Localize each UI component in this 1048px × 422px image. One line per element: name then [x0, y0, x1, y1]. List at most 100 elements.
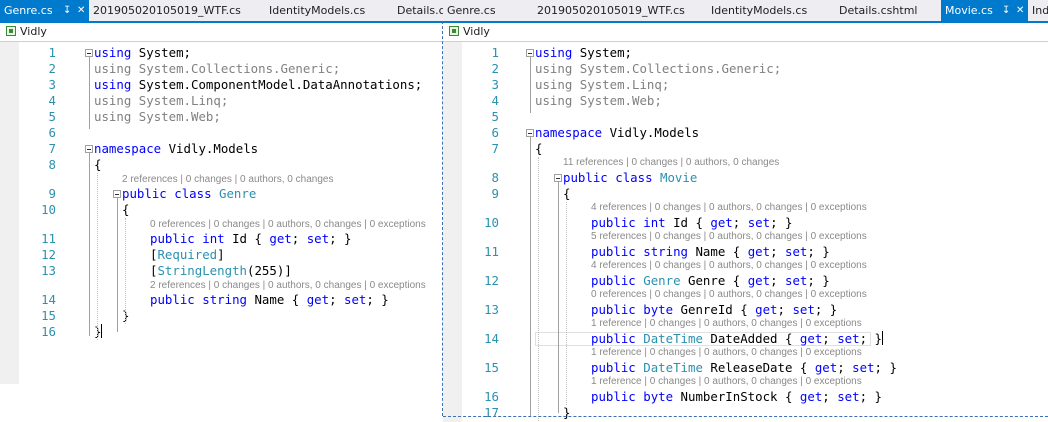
code-line[interactable]: 15} [0, 308, 443, 324]
line-number: 10 [484, 215, 499, 230]
tab-details-cs[interactable]: Details.cs [393, 0, 443, 21]
code-editor-right[interactable]: 1 using System; 2 using System.Collections.… [443, 42, 1048, 422]
code-line[interactable]: 8{ [0, 157, 443, 173]
code-text: public DateTime DateAdded { get; set; } [591, 331, 883, 346]
line-number: 11 [484, 244, 499, 259]
line-number: 9 [491, 186, 499, 201]
code-line[interactable]: 2 using System.Collections.Generic; [443, 61, 1048, 77]
tab-movie-cs[interactable]: Movie.cs ↧ ✕ [941, 0, 1028, 21]
code-line[interactable]: 13 public byte GenreId { get; set; } [443, 302, 1048, 318]
collapse-outline-icon[interactable] [113, 190, 121, 198]
line-number: 17 [484, 405, 499, 420]
code-line[interactable]: 9 public class Genre [0, 186, 443, 202]
code-line[interactable]: 16} [0, 324, 443, 340]
code-line[interactable]: 11 public int Id { get; set; } [0, 231, 443, 247]
tab-identitymodels-cs[interactable]: IdentityModels.cs [265, 0, 393, 21]
tab-genre-cs[interactable]: Genre.cs [443, 0, 533, 21]
line-number: 13 [41, 263, 56, 278]
close-icon[interactable]: ✕ [1016, 0, 1024, 21]
line-number: 2 [491, 61, 499, 76]
code-line[interactable]: 2 using System.Collections.Generic; [0, 61, 443, 77]
code-line[interactable]: 1 using System; [0, 45, 443, 61]
code-line[interactable]: 6 namespace Vidly.Models [443, 125, 1048, 141]
tab-details-cshtml[interactable]: Details.cshtml [835, 0, 941, 21]
line-number: 16 [41, 324, 56, 339]
code-line[interactable]: 5 using System.Web; [0, 109, 443, 125]
code-line[interactable]: 4 using System.Linq; [0, 93, 443, 109]
tab-ind[interactable]: Ind [1028, 0, 1048, 21]
line-number: 1 [48, 45, 56, 60]
collapse-outline-icon[interactable] [554, 174, 562, 182]
codelens-info[interactable]: 1 reference | 0 changes | 0 authors, 0 c… [591, 317, 862, 331]
close-icon[interactable]: ✕ [77, 0, 85, 21]
code-editor-left[interactable]: 1 using System; 2 using System.Collections.… [0, 42, 443, 422]
codelens-info[interactable]: 5 references | 0 changes | 0 authors, 0 … [591, 230, 867, 244]
tab-identitymodels-cs[interactable]: IdentityModels.cs [707, 0, 835, 21]
code-line[interactable]: 6 [0, 125, 443, 141]
code-text: { [122, 202, 130, 217]
line-number: 4 [48, 93, 56, 108]
code-text: using System.Web; [535, 93, 662, 108]
outline-line [89, 153, 90, 336]
code-line[interactable]: 12 public Genre Genre { get; set; } [443, 273, 1048, 289]
codelens-info[interactable]: 1 reference | 0 changes | 0 authors, 0 c… [591, 346, 862, 360]
tab-genre-cs[interactable]: Genre.cs ↧ ✕ [0, 0, 89, 21]
line-number: 14 [484, 331, 499, 346]
codelens-info[interactable]: 11 references | 0 changes | 0 authors, 0… [563, 156, 779, 170]
line-number: 7 [48, 141, 56, 156]
codelens-info[interactable]: 2 references | 0 changes | 0 authors, 0 … [150, 279, 426, 293]
code-text: using System.Web; [94, 109, 221, 124]
editor-pane-left: Genre.cs ↧ ✕ 201905020105019_WTF.cs Identity… [0, 0, 443, 422]
code-line[interactable]: 10 { [0, 202, 443, 218]
line-number: 12 [41, 247, 56, 262]
code-text: { [94, 157, 102, 172]
code-text: using System; [94, 45, 191, 60]
line-number: 16 [484, 389, 499, 404]
line-number: 8 [48, 157, 56, 172]
code-line[interactable]: 16 public byte NumberInStock { get; set; … [443, 389, 1048, 405]
code-line[interactable]: 13 [StringLength(255)] [0, 263, 443, 279]
collapse-outline-icon[interactable] [85, 49, 93, 57]
code-line[interactable]: 15 public DateTime ReleaseDate { get; set… [443, 360, 1048, 376]
collapse-outline-icon[interactable] [526, 129, 534, 137]
line-number: 3 [48, 77, 56, 92]
codelens-info[interactable]: 0 references | 0 changes | 0 authors, 0 … [591, 288, 867, 302]
code-line[interactable]: 7 namespace Vidly.Models [0, 141, 443, 157]
code-line[interactable]: 1 using System; [443, 45, 1048, 61]
codelens-info[interactable]: 2 references | 0 changes | 0 authors, 0 … [122, 173, 333, 187]
outline-line [558, 182, 559, 413]
codelens-info[interactable]: 4 references | 0 changes | 0 authors, 0 … [591, 201, 867, 215]
codelens-info[interactable]: 0 references | 0 changes | 0 authors, 0 … [150, 218, 426, 232]
code-text: public int Id { get; set; } [591, 215, 793, 230]
tab-201905020105019-wtf-cs[interactable]: 201905020105019_WTF.cs [89, 0, 265, 21]
code-line[interactable]: 7{ [443, 141, 1048, 157]
code-line[interactable]: 14 public string Name { get; set; } [0, 292, 443, 308]
code-line[interactable]: 12 [Required] [0, 247, 443, 263]
codelens-info[interactable]: 1 reference | 0 changes | 0 authors, 0 c… [591, 375, 862, 389]
line-number: 5 [491, 109, 499, 124]
codelens-info[interactable]: 4 references | 0 changes | 0 authors, 0 … [591, 259, 867, 273]
code-line[interactable]: 10 public int Id { get; set; } [443, 215, 1048, 231]
code-line[interactable]: 17} [443, 405, 1048, 421]
code-line[interactable]: 11 public string Name { get; set; } [443, 244, 1048, 260]
pin-icon[interactable]: ↧ [1002, 0, 1010, 21]
code-text: { [535, 141, 543, 156]
code-line[interactable]: 8 public class Movie [443, 170, 1048, 186]
code-line[interactable]: 4 using System.Web; [443, 93, 1048, 109]
collapse-outline-icon[interactable] [85, 145, 93, 153]
navigation-bar-right[interactable]: Vidly [443, 23, 1048, 42]
tab-label: Details.cshtml [839, 4, 918, 17]
line-number: 7 [491, 141, 499, 156]
code-line[interactable]: 14 public DateTime DateAdded { get; set; … [443, 331, 1048, 347]
code-text: { [563, 186, 571, 201]
code-line[interactable]: 3 using System.ComponentModel.DataAnnotat… [0, 77, 443, 93]
code-text: using System; [535, 45, 632, 60]
outline-line [530, 137, 531, 417]
code-line[interactable]: 3 using System.Linq; [443, 77, 1048, 93]
pin-icon[interactable]: ↧ [63, 0, 71, 21]
code-line[interactable]: 9{ [443, 186, 1048, 202]
navigation-bar-left[interactable]: Vidly [0, 23, 443, 42]
tab-201905020105019-wtf-cs[interactable]: 201905020105019_WTF.cs [533, 0, 707, 21]
collapse-outline-icon[interactable] [526, 49, 534, 57]
code-line[interactable]: 5 [443, 109, 1048, 125]
